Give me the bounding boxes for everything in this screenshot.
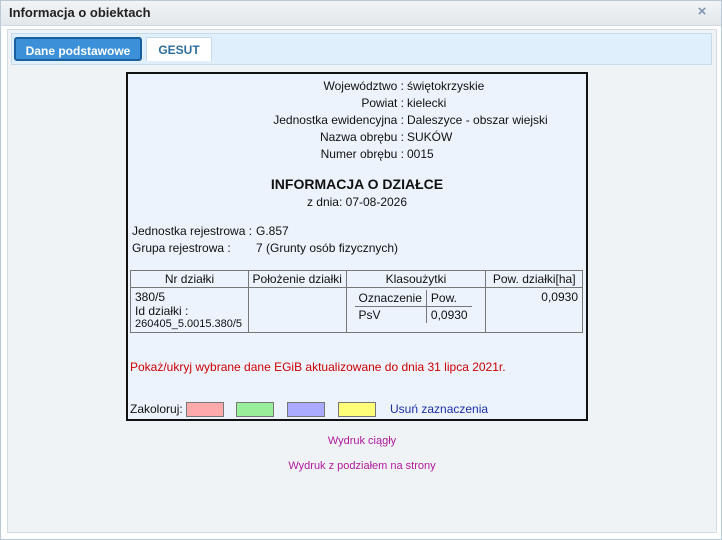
color-swatch-green[interactable]: [236, 402, 274, 417]
precinct-number-row: Numer obrębu :0015: [128, 146, 586, 163]
parcel-id-label: Id działki :: [135, 304, 189, 318]
col-header-area: Pow. działki[ha]: [485, 270, 583, 288]
unit-label: Jednostka ewidencyjna :: [273, 113, 404, 127]
parcel-location-cell: [247, 287, 347, 333]
registry-unit-label: Jednostka rejestrowa :: [132, 224, 253, 238]
dialog-titlebar[interactable]: Informacja o obiektach ×: [1, 1, 721, 26]
land-class-area-header: Pow.: [426, 290, 472, 307]
precinct-number-value: 0015: [407, 147, 434, 161]
voivodeship-value: świętokrzyskie: [407, 79, 485, 93]
precinct-number-label: Numer obrębu :: [320, 147, 404, 161]
registry-unit-value: G.857: [256, 224, 289, 238]
precinct-name-label: Nazwa obrębu :: [319, 130, 404, 144]
parcel-number-cell: 380/5 Id działki : 260405_5.0015.380/5: [130, 287, 249, 333]
parcel-area-cell: 0,0930: [485, 287, 583, 333]
voivodeship-row: Województwo : świętokrzyskie: [128, 78, 586, 95]
parcel-table-header: Nr działki Położenie działki Klasoużytki…: [130, 270, 583, 288]
parcel-info-heading: INFORMACJA O DZIAŁCE: [270, 176, 444, 192]
parcel-info-panel: Województwo : świętokrzyskie Powiat : kiel…: [126, 72, 588, 421]
dialog-title: Informacja o obiektach: [9, 5, 151, 20]
print-paged-link[interactable]: Wydruk z podziałem na strony: [8, 460, 716, 472]
toggle-egib-data-link[interactable]: Pokaż/ukryj wybrane dane EGiB aktualizow…: [130, 360, 506, 374]
precinct-name-row: Nazwa obrębu : SUKÓW: [128, 129, 586, 146]
parcel-number: 380/5: [135, 290, 166, 304]
col-header-land-classes: Klasoużytki: [345, 270, 487, 288]
close-icon[interactable]: ×: [695, 4, 709, 19]
county-value: kielecki: [407, 96, 447, 110]
registry-group-label: Grupa rejestrowa :: [132, 241, 231, 255]
land-class-symbol-header: Oznaczenie: [354, 290, 427, 307]
land-class-area: 0,0930: [430, 308, 468, 322]
location-info: Województwo : świętokrzyskie Powiat : kiel…: [128, 78, 586, 163]
dialog-content: Dane podstawowe GESUT Województwo : święt…: [7, 29, 717, 533]
report-date: z dnia: 07-08-2026: [306, 195, 408, 209]
color-swatch-blue[interactable]: [287, 402, 325, 417]
land-class-header: Oznaczenie Pow.: [354, 290, 472, 307]
col-header-location: Położenie działki: [247, 270, 347, 288]
col-header-parcel-number: Nr działki: [130, 270, 249, 288]
object-info-dialog: Informacja o obiektach × Dane podstawowe…: [0, 0, 722, 540]
registry-group: Grupa rejestrowa : 7 (Grunty osób fizyczn…: [132, 240, 398, 257]
land-classes-cell: Oznaczenie Pow. PsV 0,0930: [345, 287, 487, 333]
tab-bar: Dane podstawowe GESUT: [11, 33, 712, 65]
parcel-table: Nr działki Położenie działki Klasoużytki…: [130, 270, 583, 333]
precinct-name-value: SUKÓW: [407, 130, 453, 144]
registry-unit: Jednostka rejestrowa : G.857: [132, 223, 289, 240]
color-swatch-yellow[interactable]: [338, 402, 376, 417]
tab-basic-data[interactable]: Dane podstawowe: [14, 37, 142, 61]
table-row: 380/5 Id działki : 260405_5.0015.380/5 O…: [130, 287, 583, 333]
county-row: Powiat : kielecki: [128, 95, 586, 112]
tab-gesut[interactable]: GESUT: [146, 37, 212, 61]
colorize-row: Zakoloruj: Usuń zaznaczenia: [130, 402, 488, 418]
voivodeship-label: Województwo :: [323, 79, 404, 93]
print-continuous-link[interactable]: Wydruk ciągły: [8, 435, 716, 447]
registry-group-value: 7 (Grunty osób fizycznych): [256, 241, 399, 255]
unit-row: Jednostka ewidencyjna : Daleszyce - obsza…: [128, 112, 586, 129]
color-swatch-red[interactable]: [186, 402, 224, 417]
clear-selection-link[interactable]: Usuń zaznaczenia: [390, 402, 488, 416]
colorize-label: Zakoloruj:: [130, 402, 183, 416]
land-class-symbol: PsV: [354, 306, 427, 323]
unit-value: Daleszyce - obszar wiejski: [407, 113, 548, 127]
county-label: Powiat :: [361, 96, 404, 110]
parcel-id-value: 260405_5.0015.380/5: [135, 318, 243, 330]
land-class-table: Oznaczenie Pow. PsV 0,0930: [354, 290, 472, 323]
land-class-row: PsV 0,0930: [354, 306, 472, 323]
